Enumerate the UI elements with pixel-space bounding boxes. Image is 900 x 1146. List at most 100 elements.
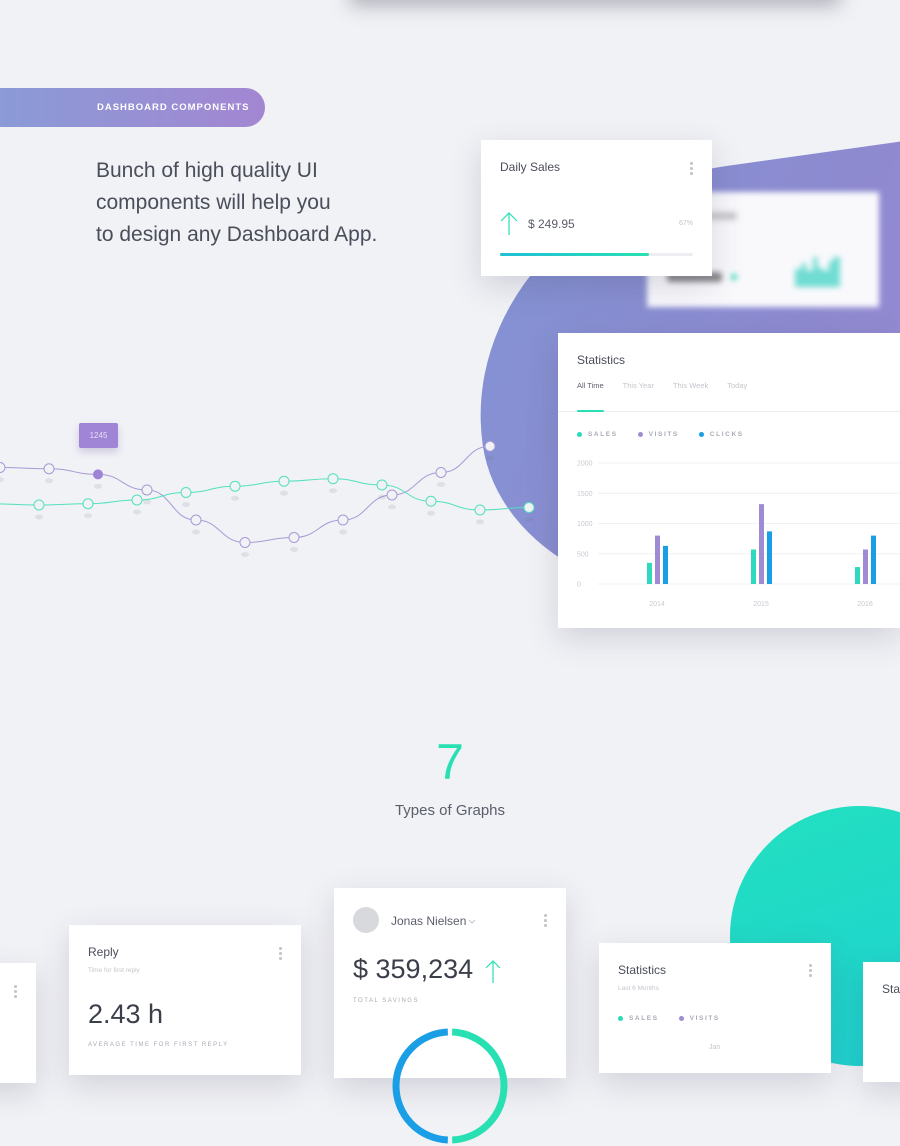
reply-title: Reply (88, 945, 119, 959)
legend-sales: SALES (577, 431, 618, 438)
statistics-small-legend: SALES VISITS (618, 1015, 720, 1022)
point-shadow (525, 517, 533, 522)
daily-sales-card: Daily Sales $ 249.95 67% (481, 140, 712, 276)
line-point (327, 473, 339, 485)
bar-visits-2016 (863, 549, 868, 584)
point-shadow (231, 495, 239, 501)
point-shadow (133, 509, 141, 515)
statistics-tabs: All Time This Year This Week Today (577, 381, 747, 390)
line-point (82, 498, 94, 510)
y-tick-label: 500 (577, 551, 589, 558)
bar-visits-2015 (759, 504, 764, 584)
line-point (376, 479, 388, 491)
legend-visits: VISITS (637, 431, 679, 438)
statistics-small-title: Statistics (618, 963, 667, 977)
chevron-down-icon[interactable] (468, 919, 476, 925)
statistics-small-subtitle: Last 6 Months (618, 985, 659, 992)
line-point (474, 504, 486, 516)
section-pill: DASHBOARD COMPONENTS (0, 88, 265, 127)
line-point (523, 502, 535, 513)
tab-this-week[interactable]: This Week (673, 381, 708, 390)
point-shadow (143, 499, 151, 505)
point-shadow (427, 510, 435, 516)
legend-label: SALES (588, 431, 618, 438)
bar-clicks-2015 (767, 531, 772, 584)
line-point (141, 484, 153, 496)
y-tick-label: 2000 (577, 461, 593, 468)
active-tab-indicator (577, 410, 604, 412)
daily-sales-title: Daily Sales (500, 160, 561, 174)
reply-subtitle: Time for first reply (88, 967, 140, 974)
highlighted-point (93, 469, 103, 480)
legend-dot-icon (577, 431, 582, 437)
kebab-icon[interactable] (809, 964, 812, 979)
kebab-icon[interactable] (14, 985, 17, 1000)
legend-label: CLICKS (709, 431, 744, 438)
point-shadow (280, 490, 288, 496)
x-tick-label: 2016 (857, 601, 873, 608)
daily-sales-value: $ 249.95 (528, 217, 575, 231)
statistics-small-card: Statistics Last 6 Months SALES VISITS Ja… (599, 943, 831, 1073)
line-point (288, 532, 300, 543)
daily-sales-percent: 67% (678, 220, 693, 227)
legend-clicks: CLICKS (698, 431, 744, 438)
bar-sales-2016 (855, 567, 860, 584)
x-tick-label: 2014 (649, 601, 665, 608)
tab-all-time[interactable]: All Time (577, 381, 604, 390)
line-point (43, 463, 55, 475)
point-shadow (437, 482, 445, 487)
line-point (0, 462, 6, 473)
kebab-icon[interactable] (279, 947, 282, 962)
point-shadow (94, 483, 102, 489)
line-point (190, 514, 202, 526)
line-point (229, 480, 241, 492)
point-shadow (378, 494, 386, 500)
legend-label: VISITS (689, 1015, 720, 1022)
kebab-icon[interactable] (544, 914, 547, 929)
bar-clicks-2016 (871, 535, 876, 584)
y-tick-label: 1500 (577, 491, 593, 498)
kebab-icon[interactable] (690, 162, 693, 177)
point-shadow (339, 529, 347, 535)
month-label: Jan (709, 1044, 721, 1051)
legend-dot-icon (698, 431, 704, 437)
tab-today[interactable]: Today (727, 381, 747, 390)
legend-dot-icon (637, 431, 643, 437)
point-shadow (0, 477, 4, 482)
user-name[interactable]: Jonas Nielsen (391, 914, 466, 928)
line-series-purple (0, 445, 491, 544)
x-tick-label: 2015 (753, 601, 769, 608)
savings-donut-chart (392, 1028, 508, 1144)
legend-label: SALES (629, 1015, 659, 1022)
line-point (33, 499, 45, 511)
statistics-title: Statistics (577, 353, 626, 367)
legend-dot-icon (618, 1015, 623, 1021)
donut-segment-green (451, 1028, 508, 1144)
statistics-partial-card: Stat (863, 962, 900, 1082)
avatar[interactable] (353, 907, 379, 933)
progress-fill (500, 253, 649, 256)
point-shadow (192, 529, 200, 535)
line-point (278, 475, 290, 487)
savings-card: Jonas Nielsen $ 359,234 TOTAL SAVINGS (334, 888, 566, 1144)
bar-clicks-2014 (663, 545, 668, 584)
tab-this-year[interactable]: This Year (623, 381, 654, 390)
line-point (239, 537, 251, 548)
legend-label: VISITS (648, 431, 679, 438)
arrow-up-icon (500, 212, 518, 235)
reply-value: 2.43 h (88, 999, 164, 1029)
partial-card-left (0, 963, 36, 1083)
point-shadow (486, 455, 494, 461)
bar-chart: 0 500 1000 1500 2000 2014 2015 2016 (577, 461, 900, 608)
bar-visits-2014 (655, 535, 660, 584)
legend-sales: SALES (618, 1015, 659, 1022)
point-shadow (35, 514, 43, 520)
statistics-legend: SALES VISITS CLICKS (577, 431, 744, 438)
graphs-label: Types of Graphs (394, 802, 506, 819)
statistics-partial-title: Stat (882, 982, 900, 996)
line-series-green (0, 478, 530, 511)
point-shadow (290, 547, 298, 552)
line-point (425, 495, 437, 507)
savings-caption: TOTAL SAVINGS (353, 998, 419, 1004)
legend-dot-icon (678, 1015, 684, 1021)
